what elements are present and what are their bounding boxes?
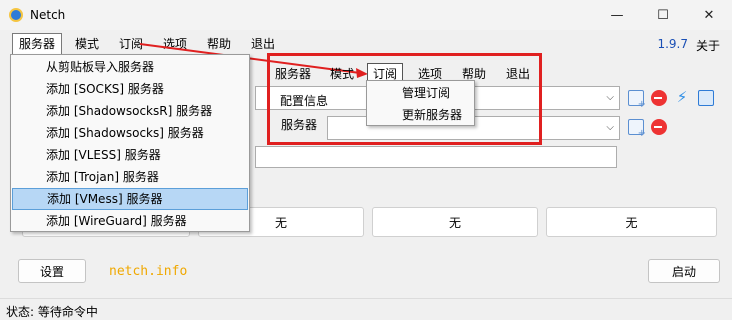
speedtest-icon[interactable]: ⚡ xyxy=(674,89,690,105)
import-clipboard-item[interactable]: 从剪贴板导入服务器 xyxy=(12,56,248,78)
chevron-down-icon: ⌵ xyxy=(606,122,614,133)
server-label: 服务器 xyxy=(281,118,318,132)
mode-field[interactable] xyxy=(255,146,617,168)
config-group-label: 配置信息 xyxy=(280,94,329,108)
add-ss-item[interactable]: 添加 [Shadowsocks] 服务器 xyxy=(12,122,248,144)
add-vless-item[interactable]: 添加 [VLESS] 服务器 xyxy=(12,144,248,166)
start-button[interactable]: 启动 xyxy=(648,259,720,283)
add-trojan-item[interactable]: 添加 [Trojan] 服务器 xyxy=(12,166,248,188)
update-servers-item[interactable]: 更新服务器 xyxy=(368,104,473,126)
delete-config-icon[interactable] xyxy=(651,90,667,106)
status-bar xyxy=(0,298,732,320)
add-config-icon[interactable] xyxy=(628,90,646,110)
subscription-dropdown: 管理订阅 更新服务器 xyxy=(366,80,475,126)
status-box-4: 无 xyxy=(546,207,717,237)
add-server-icon[interactable] xyxy=(628,119,646,139)
inset-menu-exit[interactable]: 退出 xyxy=(501,63,535,85)
chevron-down-icon: ⌵ xyxy=(606,92,614,103)
add-socks-item[interactable]: 添加 [SOCKS] 服务器 xyxy=(12,78,248,100)
settings-button[interactable]: 设置 xyxy=(18,259,86,283)
delete-server-icon[interactable] xyxy=(651,119,667,135)
inset-menu-server[interactable]: 服务器 xyxy=(270,63,316,85)
site-link[interactable]: netch.info xyxy=(109,264,187,279)
add-vmess-item[interactable]: 添加 [VMess] 服务器 xyxy=(12,188,248,210)
manage-subscription-item[interactable]: 管理订阅 xyxy=(368,82,473,104)
add-wireguard-item[interactable]: 添加 [WireGuard] 服务器 xyxy=(12,210,248,232)
inset-menu-mode[interactable]: 模式 xyxy=(325,63,359,85)
status-box-3: 无 xyxy=(372,207,538,237)
add-ssr-item[interactable]: 添加 [ShadowsocksR] 服务器 xyxy=(12,100,248,122)
server-dropdown: 从剪贴板导入服务器 添加 [SOCKS] 服务器 添加 [Shadowsocks… xyxy=(10,54,250,232)
copy-icon[interactable] xyxy=(698,90,714,106)
status-text: 状态: 等待命令中 xyxy=(6,305,98,319)
